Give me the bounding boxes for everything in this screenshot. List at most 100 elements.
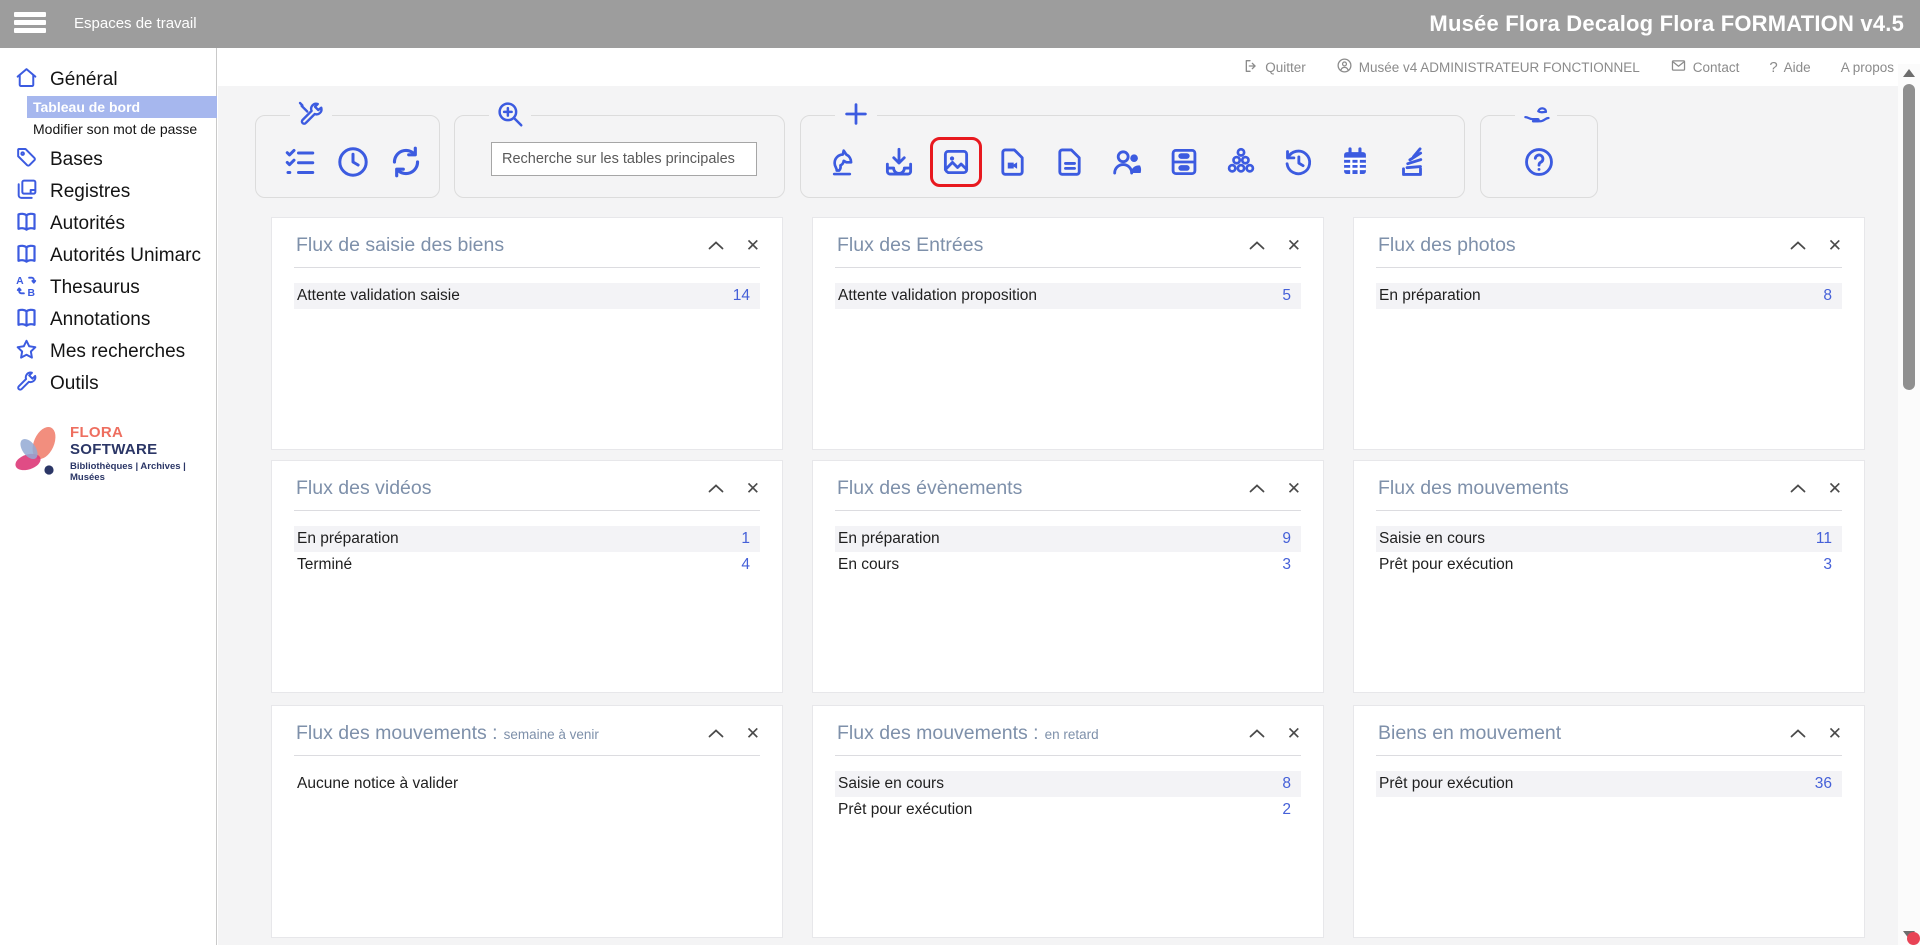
sidebar-item-autorites[interactable]: Autorités — [0, 208, 216, 240]
widget-flux-videos: Flux des vidéos ✕ En préparation 1 Termin… — [271, 460, 783, 693]
collapse-widget-button[interactable] — [708, 729, 724, 738]
close-widget-button[interactable]: ✕ — [746, 480, 760, 497]
help-icon[interactable] — [1522, 145, 1556, 179]
main-content: Quitter Musée v4 ADMINISTRATEUR FONCTION… — [218, 48, 1920, 945]
user-icon — [1336, 57, 1353, 77]
stack-icon[interactable] — [1395, 145, 1429, 179]
close-widget-button[interactable]: ✕ — [1828, 480, 1842, 497]
user-account-link[interactable]: Musée v4 ADMINISTRATEUR FONCTIONNEL — [1336, 57, 1640, 77]
widget-row[interactable]: Prêt pour exécution 2 — [835, 797, 1301, 823]
sidebar-item-mes-recherches[interactable]: Mes recherches — [0, 336, 216, 368]
application-window: Espaces de travail Musée Flora Decalog F… — [0, 0, 1920, 945]
widget-row[interactable]: Saisie en cours 11 — [1376, 526, 1842, 552]
close-widget-button[interactable]: ✕ — [1287, 725, 1301, 742]
wrench-icon — [14, 369, 39, 400]
close-widget-button[interactable]: ✕ — [746, 237, 760, 254]
collapse-widget-button[interactable] — [1790, 241, 1806, 250]
widget-flux-mouvements-retard: Flux des mouvements : en retard ✕ Saisie … — [812, 705, 1324, 938]
exit-icon — [1243, 58, 1259, 77]
widget-row[interactable]: Attente validation saisie 14 — [294, 283, 760, 309]
collapse-widget-button[interactable] — [1249, 484, 1265, 493]
flora-butterfly-icon — [8, 420, 66, 487]
network-icon[interactable] — [1224, 145, 1258, 179]
collapse-widget-button[interactable] — [1249, 241, 1265, 250]
close-widget-button[interactable]: ✕ — [1287, 480, 1301, 497]
close-widget-button[interactable]: ✕ — [746, 725, 760, 742]
drawers-icon[interactable] — [1167, 145, 1201, 179]
contact-link[interactable]: Contact — [1670, 57, 1739, 77]
main-search-input[interactable] — [491, 142, 757, 176]
row-count: 3 — [1823, 556, 1832, 573]
widget-flux-photos: Flux des photos ✕ En préparation 8 — [1353, 217, 1865, 450]
help-link[interactable]: ? Aide — [1769, 59, 1810, 76]
hamburger-menu-icon[interactable] — [14, 12, 46, 36]
history-icon[interactable] — [1281, 145, 1315, 179]
checklist-icon[interactable] — [282, 144, 318, 180]
widget-row[interactable]: Prêt pour exécution 36 — [1376, 771, 1842, 797]
widget-row[interactable]: Prêt pour exécution 3 — [1376, 552, 1842, 578]
sidebar-item-outils[interactable]: Outils — [0, 368, 216, 400]
sidebar-item-annotations[interactable]: Annotations — [0, 304, 216, 336]
widget-title: Flux de saisie des biens — [296, 234, 505, 256]
collapse-widget-button[interactable] — [1790, 484, 1806, 493]
widget-row[interactable]: En cours 3 — [835, 552, 1301, 578]
sidebar-item-thesaurus[interactable]: AB Thesaurus — [0, 272, 216, 304]
row-count: 14 — [732, 287, 750, 304]
close-widget-button[interactable]: ✕ — [1828, 725, 1842, 742]
image-icon[interactable] — [930, 136, 982, 187]
widget-row[interactable]: Terminé 4 — [294, 552, 760, 578]
star-icon — [14, 337, 39, 368]
row-count: 8 — [1282, 775, 1291, 792]
widget-row[interactable]: Saisie en cours 8 — [835, 771, 1301, 797]
widget-title: Biens en mouvement — [1378, 722, 1562, 744]
tag-icon — [14, 145, 39, 176]
collapse-widget-button[interactable] — [1249, 729, 1265, 738]
sidebar-item-modifier-mot-de-passe[interactable]: Modifier son mot de passe — [0, 118, 216, 140]
question-mark-icon: ? — [1769, 58, 1778, 76]
open-book-icon — [14, 209, 39, 240]
clock-icon[interactable] — [335, 144, 371, 180]
widget-flux-evenements: Flux des évènements ✕ En préparation 9 En… — [812, 460, 1324, 693]
row-count: 36 — [1814, 775, 1832, 792]
quit-link[interactable]: Quitter — [1243, 58, 1306, 77]
widget-row[interactable]: En préparation 8 — [1376, 283, 1842, 309]
about-link[interactable]: A propos — [1841, 60, 1894, 75]
toolbar-group-search — [454, 99, 785, 198]
row-count: 11 — [1815, 530, 1832, 547]
recording-indicator-dot — [1907, 932, 1920, 945]
scrollbar-thumb[interactable] — [1903, 84, 1915, 390]
collapse-widget-button[interactable] — [708, 484, 724, 493]
widget-row[interactable]: En préparation 9 — [835, 526, 1301, 552]
toolbar-group-create — [800, 99, 1465, 198]
users-icon[interactable] — [1110, 145, 1144, 179]
video-document-icon[interactable] — [996, 145, 1030, 179]
widget-title: Flux des mouvements — [1378, 477, 1569, 499]
sidebar-item-registres[interactable]: Registres — [0, 176, 216, 208]
sidebar-item-autorites-unimarc[interactable]: Autorités Unimarc — [0, 240, 216, 272]
scroll-up-arrow[interactable] — [1903, 69, 1915, 77]
refresh-icon[interactable] — [388, 144, 424, 180]
sidebar-item-general[interactable]: Général — [0, 64, 216, 96]
chess-knight-icon[interactable] — [825, 145, 859, 179]
row-count: 5 — [1282, 287, 1291, 304]
close-widget-button[interactable]: ✕ — [1828, 237, 1842, 254]
sidebar-item-bases[interactable]: Bases — [0, 144, 216, 176]
collapse-widget-button[interactable] — [1790, 729, 1806, 738]
widget-row[interactable]: En préparation 1 — [294, 526, 760, 552]
vertical-scrollbar[interactable] — [1898, 64, 1920, 945]
widget-biens-en-mouvement: Biens en mouvement ✕ Prêt pour exécution… — [1353, 705, 1865, 938]
flora-software-logo: FLORA SOFTWARE Bibliothèques | Archives … — [8, 420, 208, 487]
close-widget-button[interactable]: ✕ — [1287, 237, 1301, 254]
widget-row[interactable]: Attente validation proposition 5 — [835, 283, 1301, 309]
widget-row[interactable]: Aucune notice à valider — [294, 771, 760, 797]
logo-brand-second: SOFTWARE — [70, 441, 158, 458]
sidebar-item-label: Registres — [50, 181, 131, 202]
import-icon[interactable] — [882, 145, 916, 179]
document-icon[interactable] — [1053, 145, 1087, 179]
svg-text:B: B — [28, 287, 36, 297]
calendar-icon[interactable] — [1338, 145, 1372, 179]
row-count: 3 — [1282, 556, 1291, 573]
collapse-widget-button[interactable] — [708, 241, 724, 250]
widget-flux-saisie-biens: Flux de saisie des biens ✕ Attente valid… — [271, 217, 783, 450]
sidebar-item-tableau-de-bord[interactable]: Tableau de bord — [27, 96, 217, 118]
